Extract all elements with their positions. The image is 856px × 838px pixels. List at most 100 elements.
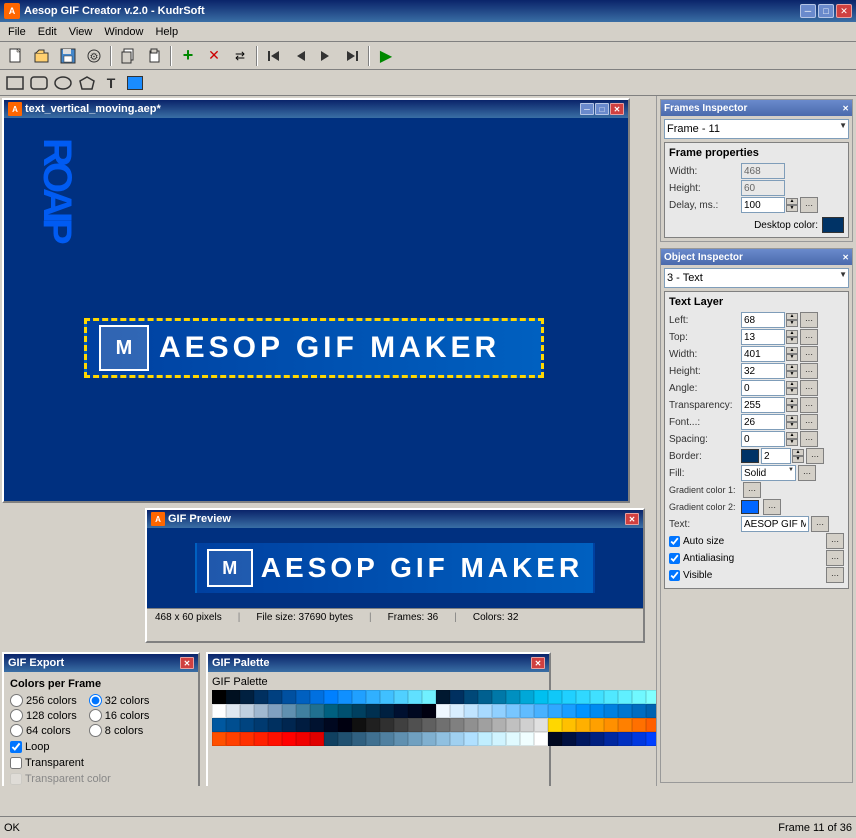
obj-fill-select[interactable]: Solid Gradient None bbox=[741, 465, 796, 481]
obj-angle-down[interactable]: ▼ bbox=[786, 388, 798, 395]
color-32-radio[interactable] bbox=[89, 694, 102, 707]
obj-antialiasing-row[interactable]: Antialiasing ··· bbox=[669, 550, 844, 566]
palette-cell[interactable] bbox=[534, 704, 548, 718]
palette-cell[interactable] bbox=[506, 732, 520, 746]
menu-window[interactable]: Window bbox=[98, 24, 149, 40]
palette-cell[interactable] bbox=[352, 718, 366, 732]
obj-width-arrow[interactable]: ··· bbox=[800, 346, 818, 362]
loop-checkbox[interactable] bbox=[10, 741, 22, 753]
minimize-button[interactable]: ─ bbox=[800, 4, 816, 18]
color-128-option[interactable]: 128 colors bbox=[10, 709, 77, 722]
palette-cell[interactable] bbox=[646, 690, 656, 704]
obj-border-up[interactable]: ▲ bbox=[792, 449, 804, 456]
palette-cell[interactable] bbox=[520, 690, 534, 704]
palette-cell[interactable] bbox=[422, 690, 436, 704]
palette-cell[interactable] bbox=[268, 718, 282, 732]
palette-cell[interactable] bbox=[422, 704, 436, 718]
transparent-option[interactable]: Transparent bbox=[10, 757, 192, 769]
animation-maximize[interactable]: □ bbox=[595, 103, 609, 115]
obj-border-input[interactable] bbox=[761, 448, 791, 464]
obj-left-up[interactable]: ▲ bbox=[786, 313, 798, 320]
palette-cell[interactable] bbox=[464, 718, 478, 732]
palette-cell[interactable] bbox=[394, 690, 408, 704]
obj-top-up[interactable]: ▲ bbox=[786, 330, 798, 337]
maximize-button[interactable]: □ bbox=[818, 4, 834, 18]
obj-top-arrow[interactable]: ··· bbox=[800, 329, 818, 345]
palette-cell[interactable] bbox=[436, 732, 450, 746]
palette-cell[interactable] bbox=[380, 718, 394, 732]
palette-cell[interactable] bbox=[282, 732, 296, 746]
obj-transparency-arrow[interactable]: ··· bbox=[800, 397, 818, 413]
color-16-radio[interactable] bbox=[89, 709, 102, 722]
obj-spacing-down[interactable]: ▼ bbox=[786, 439, 798, 446]
obj-angle-up[interactable]: ▲ bbox=[786, 381, 798, 388]
loop-option[interactable]: Loop bbox=[10, 741, 192, 753]
obj-autosize-row[interactable]: Auto size ··· bbox=[669, 533, 844, 549]
obj-angle-arrow[interactable]: ··· bbox=[800, 380, 818, 396]
last-frame-button[interactable] bbox=[340, 45, 364, 67]
animation-close[interactable]: ✕ bbox=[610, 103, 624, 115]
text-tool[interactable]: T bbox=[100, 73, 122, 93]
obj-angle-input[interactable] bbox=[741, 380, 785, 396]
palette-cell[interactable] bbox=[478, 718, 492, 732]
palette-cell[interactable] bbox=[590, 718, 604, 732]
palette-cell[interactable] bbox=[324, 704, 338, 718]
obj-antialiasing-checkbox[interactable] bbox=[669, 553, 680, 564]
palette-cell[interactable] bbox=[548, 704, 562, 718]
palette-cell[interactable] bbox=[590, 732, 604, 746]
palette-cell[interactable] bbox=[226, 690, 240, 704]
animation-minimize[interactable]: ─ bbox=[580, 103, 594, 115]
obj-height-arrow[interactable]: ··· bbox=[800, 363, 818, 379]
palette-cell[interactable] bbox=[394, 704, 408, 718]
palette-cell[interactable] bbox=[226, 704, 240, 718]
obj-border-down[interactable]: ▼ bbox=[792, 456, 804, 463]
close-button[interactable]: ✕ bbox=[836, 4, 852, 18]
properties-button[interactable]: ⚙ bbox=[82, 45, 106, 67]
palette-cell[interactable] bbox=[254, 718, 268, 732]
palette-cell[interactable] bbox=[282, 718, 296, 732]
menu-file[interactable]: File bbox=[2, 24, 32, 40]
color-128-radio[interactable] bbox=[10, 709, 23, 722]
palette-cell[interactable] bbox=[492, 704, 506, 718]
polygon-tool[interactable] bbox=[76, 73, 98, 93]
desktop-color-swatch[interactable] bbox=[822, 217, 844, 233]
palette-cell[interactable] bbox=[324, 690, 338, 704]
palette-cell[interactable] bbox=[436, 690, 450, 704]
palette-cell[interactable] bbox=[478, 704, 492, 718]
paste-button[interactable] bbox=[142, 45, 166, 67]
prev-frame-button[interactable] bbox=[288, 45, 312, 67]
palette-cell[interactable] bbox=[310, 704, 324, 718]
palette-cell[interactable] bbox=[562, 704, 576, 718]
palette-cell[interactable] bbox=[296, 690, 310, 704]
palette-cell[interactable] bbox=[240, 704, 254, 718]
palette-cell[interactable] bbox=[492, 718, 506, 732]
palette-cell[interactable] bbox=[408, 732, 422, 746]
palette-cell[interactable] bbox=[464, 732, 478, 746]
open-button[interactable] bbox=[30, 45, 54, 67]
palette-cell[interactable] bbox=[338, 732, 352, 746]
color-32-option[interactable]: 32 colors bbox=[89, 694, 150, 707]
obj-grad2-swatch[interactable] bbox=[741, 500, 759, 514]
palette-cell[interactable] bbox=[492, 732, 506, 746]
obj-visible-checkbox[interactable] bbox=[669, 570, 680, 581]
new-button[interactable] bbox=[4, 45, 28, 67]
palette-cell[interactable] bbox=[422, 732, 436, 746]
palette-cell[interactable] bbox=[212, 732, 226, 746]
palette-cell[interactable] bbox=[422, 718, 436, 732]
color-tool[interactable] bbox=[124, 73, 146, 93]
next-frame-button[interactable] bbox=[314, 45, 338, 67]
palette-cell[interactable] bbox=[520, 718, 534, 732]
palette-cell[interactable] bbox=[394, 718, 408, 732]
palette-cell[interactable] bbox=[254, 732, 268, 746]
color-256-option[interactable]: 256 colors bbox=[10, 694, 77, 707]
palette-cell[interactable] bbox=[646, 732, 656, 746]
palette-cell[interactable] bbox=[562, 690, 576, 704]
palette-cell[interactable] bbox=[520, 732, 534, 746]
obj-height-down[interactable]: ▼ bbox=[786, 371, 798, 378]
palette-cell[interactable] bbox=[548, 718, 562, 732]
palette-cell[interactable] bbox=[338, 690, 352, 704]
palette-cell[interactable] bbox=[268, 732, 282, 746]
gif-export-close[interactable]: ✕ bbox=[180, 657, 194, 669]
menu-help[interactable]: Help bbox=[149, 24, 184, 40]
obj-grad2-arrow[interactable]: ··· bbox=[763, 499, 781, 515]
